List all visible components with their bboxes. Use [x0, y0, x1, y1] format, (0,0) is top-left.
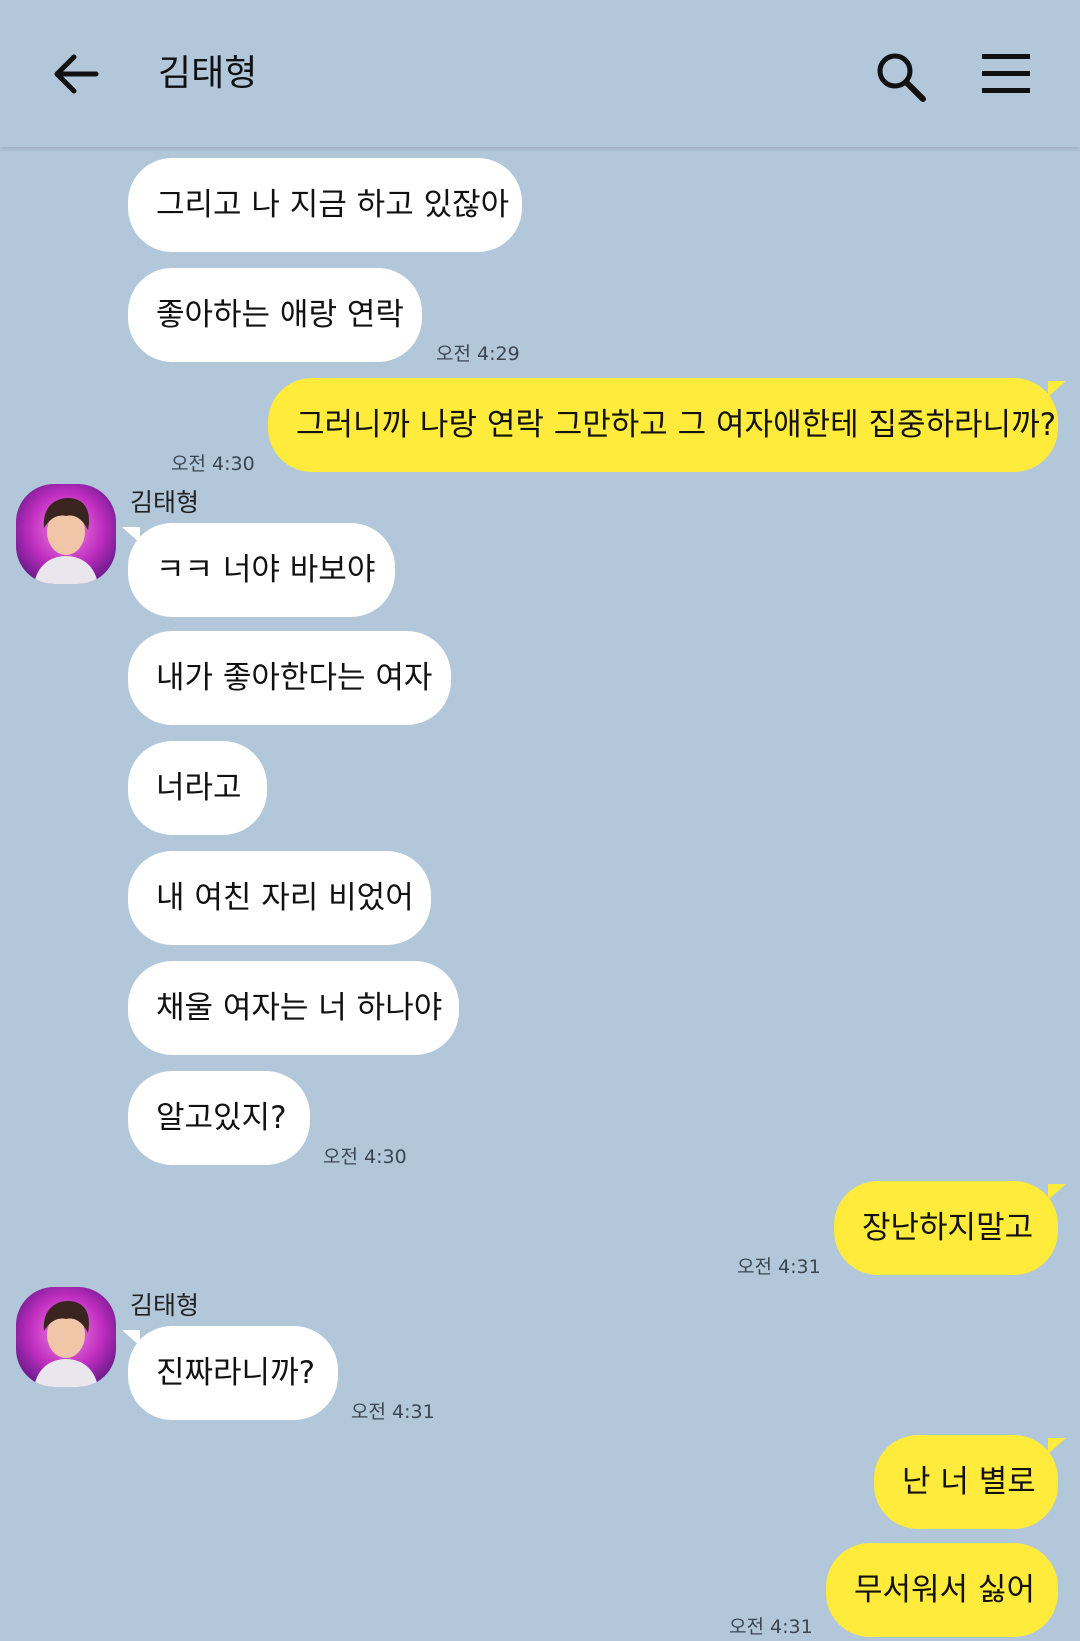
chat-title: 김태형	[158, 53, 258, 94]
sent-message-bubble[interactable]: 난 너 별로	[874, 1435, 1058, 1529]
bubble-tail	[1048, 1184, 1066, 1200]
sender-name: 김태형	[130, 488, 200, 517]
search-button[interactable]	[874, 50, 928, 104]
message-text: 너라고	[156, 770, 242, 806]
hamburger-menu-icon	[982, 54, 1030, 93]
bubble-tail	[122, 1330, 140, 1346]
received-message-bubble[interactable]: 너라고	[128, 741, 267, 835]
message-text: 장난하지말고	[862, 1210, 1034, 1246]
sent-message-bubble[interactable]: 무서워서 싫어	[826, 1543, 1058, 1637]
bubble-tail	[1048, 381, 1066, 397]
chat-header: 김태형	[0, 0, 1080, 147]
sender-name: 김태형	[130, 1291, 200, 1320]
received-message-bubble[interactable]: 내가 좋아한다는 여자	[128, 631, 451, 725]
received-message-bubble[interactable]: 알고있지?	[128, 1071, 310, 1165]
message-text: 진짜라니까?	[156, 1355, 316, 1391]
message-timestamp: 오전 4:31	[729, 1616, 813, 1638]
message-timestamp: 오전 4:31	[351, 1401, 435, 1423]
message-text: 내 여친 자리 비었어	[156, 880, 414, 916]
message-text: 알고있지?	[156, 1100, 287, 1136]
message-text: 좋아하는 애랑 연락	[156, 297, 404, 333]
back-button[interactable]	[50, 48, 102, 100]
avatar[interactable]	[16, 1287, 116, 1387]
profile-photo	[16, 1287, 116, 1387]
received-message-bubble[interactable]: 그리고 나 지금 하고 있잖아	[128, 158, 522, 252]
avatar[interactable]	[16, 484, 116, 584]
message-timestamp: 오전 4:30	[171, 453, 255, 475]
message-timestamp: 오전 4:31	[737, 1256, 821, 1278]
received-message-bubble[interactable]: 채울 여자는 너 하나야	[128, 961, 459, 1055]
profile-photo	[16, 484, 116, 584]
sent-message-bubble[interactable]: 장난하지말고	[834, 1181, 1058, 1275]
sent-message-bubble[interactable]: 그러니까 나랑 연락 그만하고 그 여자애한테 집중하라니까?	[268, 378, 1058, 472]
message-text: 난 너 별로	[902, 1464, 1036, 1500]
menu-button[interactable]	[982, 52, 1030, 96]
bubble-tail	[1048, 1438, 1066, 1454]
message-timestamp: 오전 4:29	[436, 343, 520, 365]
message-timestamp: 오전 4:30	[323, 1146, 407, 1168]
search-icon	[877, 53, 926, 102]
message-text: 채울 여자는 너 하나야	[156, 990, 443, 1026]
message-text: 그리고 나 지금 하고 있잖아	[156, 187, 510, 223]
received-message-bubble[interactable]: 내 여친 자리 비었어	[128, 851, 431, 945]
received-message-bubble[interactable]: ㅋㅋ 너야 바보야	[128, 523, 395, 617]
received-message-bubble[interactable]: 좋아하는 애랑 연락	[128, 268, 422, 362]
message-text: ㅋㅋ 너야 바보야	[156, 552, 376, 588]
message-text: 내가 좋아한다는 여자	[156, 660, 433, 696]
message-text: 그러니까 나랑 연락 그만하고 그 여자애한테 집중하라니까?	[296, 407, 1057, 443]
arrow-left-icon	[54, 54, 99, 94]
bubble-tail	[122, 527, 140, 543]
message-text: 무서워서 싫어	[854, 1572, 1035, 1608]
received-message-bubble[interactable]: 진짜라니까?	[128, 1326, 338, 1420]
